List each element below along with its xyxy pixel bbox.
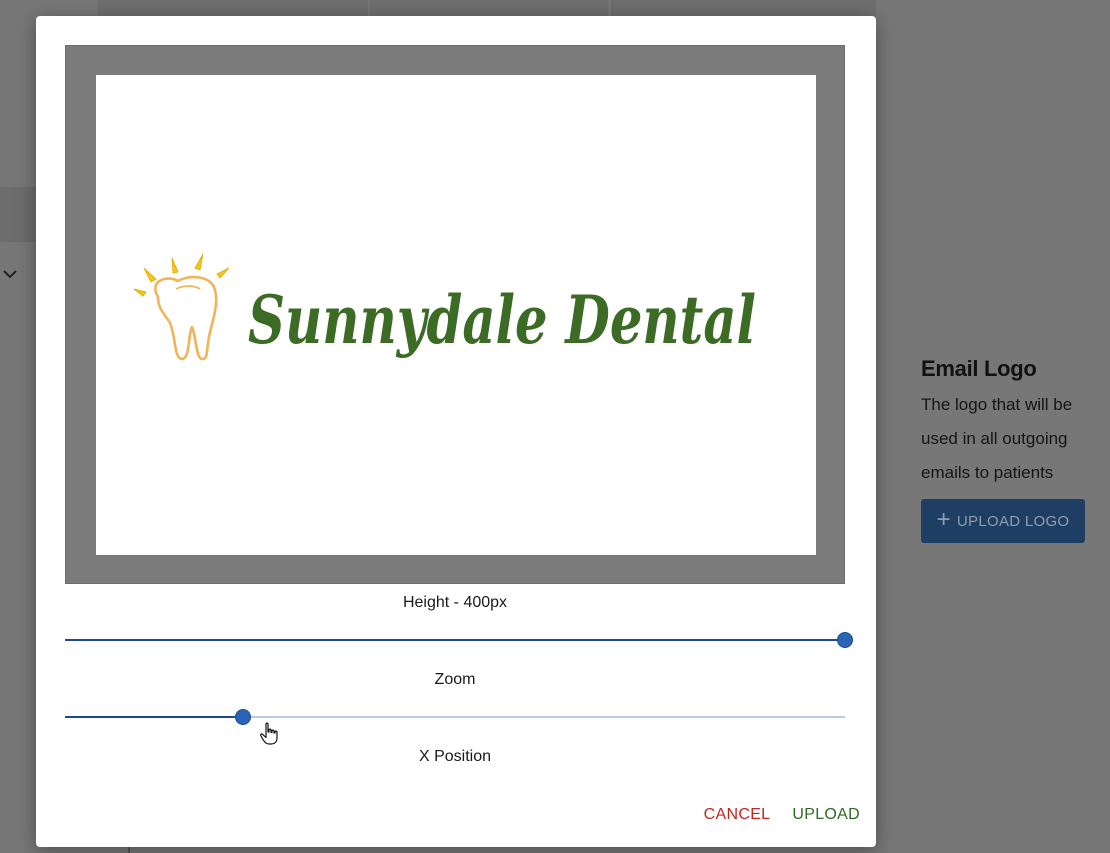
height-slider-label: Height - 400px bbox=[402, 594, 508, 611]
logo-text: Sunnydale Dental bbox=[248, 281, 756, 359]
email-logo-title: Email Logo bbox=[921, 356, 1037, 381]
tooth-icon bbox=[154, 275, 218, 361]
slider-thumb[interactable] bbox=[838, 633, 852, 647]
cancel-button[interactable]: CANCEL bbox=[704, 806, 771, 824]
height-slider[interactable] bbox=[65, 632, 852, 648]
logo-preview-image[interactable]: Sunnydale Dental bbox=[96, 75, 816, 555]
zoom-slider-label: Zoom bbox=[434, 671, 476, 688]
chevron-down-icon bbox=[2, 268, 18, 284]
slider-track bbox=[65, 716, 243, 718]
crop-area[interactable]: Sunnydale Dental bbox=[65, 45, 845, 584]
email-logo-section: Email Logo The logo that will be used in… bbox=[921, 356, 1101, 543]
logo-graphic: Sunnydale Dental bbox=[133, 253, 756, 361]
zoom-slider[interactable] bbox=[65, 709, 845, 725]
background-tile bbox=[98, 0, 368, 16]
email-logo-description: The logo that will be used in all outgoi… bbox=[921, 395, 1073, 482]
dialog-actions: CANCEL UPLOAD bbox=[704, 806, 860, 824]
background-nav-band bbox=[0, 187, 38, 242]
background-tile bbox=[370, 0, 608, 16]
upload-logo-button[interactable]: + UPLOAD LOGO bbox=[921, 499, 1085, 543]
logo-crop-dialog: Sunnydale Dental Height - 400px Zoom X P… bbox=[36, 16, 876, 847]
hand-cursor-icon bbox=[260, 722, 278, 745]
plus-icon: + bbox=[936, 506, 951, 533]
background-tile bbox=[611, 0, 876, 16]
upload-button[interactable]: UPLOAD bbox=[792, 806, 860, 824]
x-position-slider-label: X Position bbox=[418, 748, 492, 765]
upload-logo-label: UPLOAD LOGO bbox=[956, 512, 1070, 530]
slider-track bbox=[65, 639, 845, 641]
slider-thumb[interactable] bbox=[235, 710, 250, 724]
